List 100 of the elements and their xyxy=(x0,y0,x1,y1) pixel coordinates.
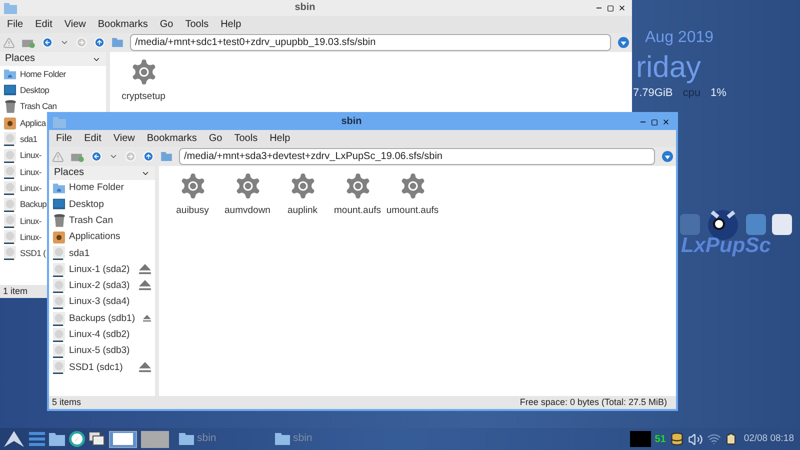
maximize-icon[interactable] xyxy=(607,4,614,12)
path-field[interactable]: /media/+mnt+sdc1+test0+zdrv_upupbb_19.03.sfs/sbin xyxy=(130,34,611,51)
drive-icon xyxy=(53,278,65,293)
menu-item[interactable]: Tools xyxy=(185,20,209,30)
menu-item[interactable]: Help xyxy=(220,20,242,30)
up-icon[interactable] xyxy=(143,151,154,162)
maximize-icon[interactable] xyxy=(651,118,658,126)
close-icon[interactable] xyxy=(618,4,626,12)
place-item[interactable]: Applica xyxy=(20,118,46,128)
place-item[interactable]: Linux- xyxy=(20,168,42,176)
drive-icon xyxy=(53,328,65,342)
close-icon[interactable] xyxy=(662,118,670,126)
compass-icon[interactable] xyxy=(69,431,85,447)
trash-icon xyxy=(54,214,64,228)
clock[interactable]: 02/08 08:18 xyxy=(740,432,797,446)
menu-item[interactable]: File xyxy=(56,134,72,144)
place-item[interactable]: Linux-3 (sda4) xyxy=(69,297,130,307)
place-item[interactable]: Trash Can xyxy=(20,102,57,111)
windows-icon[interactable] xyxy=(89,432,105,446)
place-item[interactable]: Trash Can xyxy=(69,216,113,226)
home-folder-icon xyxy=(53,182,65,194)
logo-tile xyxy=(746,214,766,234)
go-icon[interactable] xyxy=(618,37,629,48)
file-name[interactable]: auplink xyxy=(287,206,318,216)
place-item[interactable]: SSD1 (sdc1) xyxy=(69,362,123,372)
menu-item[interactable]: Go xyxy=(208,134,222,144)
place-item[interactable]: Home Folder xyxy=(69,183,124,193)
free-space: Free space: 0 bytes (Total: 27.5 MiB) xyxy=(520,398,668,407)
place-item[interactable]: Linux-5 (sdb3) xyxy=(69,346,130,356)
drive-icon xyxy=(4,181,16,196)
drive-icon xyxy=(4,132,16,146)
history-caret-icon[interactable] xyxy=(60,38,69,47)
place-item[interactable]: Desktop xyxy=(69,200,104,210)
system-monitor xyxy=(630,431,651,447)
place-item[interactable]: Linux- xyxy=(20,151,42,160)
places-header[interactable]: Places xyxy=(0,52,106,66)
up-icon[interactable] xyxy=(94,37,105,48)
clipboard-icon[interactable] xyxy=(724,433,737,445)
drive-icon xyxy=(53,312,65,326)
drive-icon xyxy=(53,360,65,374)
applications-icon xyxy=(53,230,65,244)
eject-icon[interactable] xyxy=(143,313,151,324)
cpu-label: cpu xyxy=(682,88,700,99)
place-item[interactable]: Linux-4 (sdb2) xyxy=(69,330,130,340)
menu-item[interactable]: View xyxy=(113,134,135,144)
menu-item[interactable]: Edit xyxy=(35,20,52,30)
path-field[interactable]: /media/+mnt+sda3+devtest+zdrv_LxPupSc_19.06.sfs/sbin xyxy=(179,148,655,165)
drive-icon xyxy=(53,246,65,260)
start-menu-icon[interactable] xyxy=(3,430,25,448)
go-icon[interactable] xyxy=(662,151,673,162)
menu-item[interactable]: Help xyxy=(270,134,290,144)
menu-item[interactable]: View xyxy=(64,20,86,30)
file-name[interactable]: mount.aufs xyxy=(334,206,381,216)
menu-item[interactable]: Edit xyxy=(84,134,102,144)
places-header[interactable]: Places xyxy=(49,166,155,180)
menu-item[interactable]: Bookmarks xyxy=(146,134,197,144)
place-item[interactable]: Linux-2 (sda3) xyxy=(69,281,130,291)
file-name[interactable]: cryptsetup xyxy=(122,92,166,102)
place-item[interactable]: sda1 xyxy=(20,135,38,144)
place-item[interactable]: Linux- xyxy=(20,184,42,192)
window-title: sbin xyxy=(340,117,363,127)
place-item[interactable]: Backups (sdb1) xyxy=(69,314,136,324)
place-item[interactable]: Linux- xyxy=(20,232,42,242)
eject-icon[interactable] xyxy=(139,264,151,276)
place-item[interactable]: Backup xyxy=(20,200,47,209)
home-folder-icon[interactable] xyxy=(49,432,65,446)
window-title: sbin xyxy=(294,3,316,13)
volume-icon[interactable] xyxy=(688,432,703,446)
eject-icon[interactable] xyxy=(139,280,151,292)
place-item[interactable]: Linux- xyxy=(20,216,42,226)
workspace-button[interactable] xyxy=(141,430,169,448)
drive-icon xyxy=(4,246,16,260)
file-name[interactable]: umount.aufs xyxy=(386,206,439,216)
workspace-button[interactable] xyxy=(109,430,137,448)
new-tab-icon[interactable] xyxy=(22,38,35,48)
place-item[interactable]: Home Folder xyxy=(20,70,66,78)
menu-item[interactable]: File xyxy=(7,20,24,30)
menu-item[interactable]: Go xyxy=(160,20,174,30)
drive-icon xyxy=(4,198,16,212)
place-item[interactable]: Linux-1 (sda2) xyxy=(69,264,130,274)
back-icon[interactable] xyxy=(42,37,53,48)
back-icon[interactable] xyxy=(91,151,102,162)
item-count: 5 items xyxy=(52,398,82,407)
place-item[interactable]: sda1 xyxy=(69,248,90,258)
drive-icon xyxy=(4,230,16,244)
drive-icon xyxy=(4,214,16,228)
menu-item[interactable]: Bookmarks xyxy=(98,20,148,30)
place-item[interactable]: Applications xyxy=(69,232,120,242)
drive-icon[interactable] xyxy=(670,432,684,446)
menu-item[interactable]: Tools xyxy=(234,134,258,144)
logo-tile xyxy=(680,214,700,234)
place-item[interactable]: Desktop xyxy=(20,86,50,95)
history-caret-icon[interactable] xyxy=(109,152,118,161)
menu-icon[interactable] xyxy=(29,432,45,446)
drive-icon xyxy=(4,164,16,179)
place-item[interactable]: SSD1 ( xyxy=(20,249,46,258)
file-name[interactable]: auibusy xyxy=(176,206,209,216)
file-name[interactable]: aumvdown xyxy=(224,206,270,216)
new-tab-icon[interactable] xyxy=(71,152,84,162)
eject-icon[interactable] xyxy=(139,362,151,373)
